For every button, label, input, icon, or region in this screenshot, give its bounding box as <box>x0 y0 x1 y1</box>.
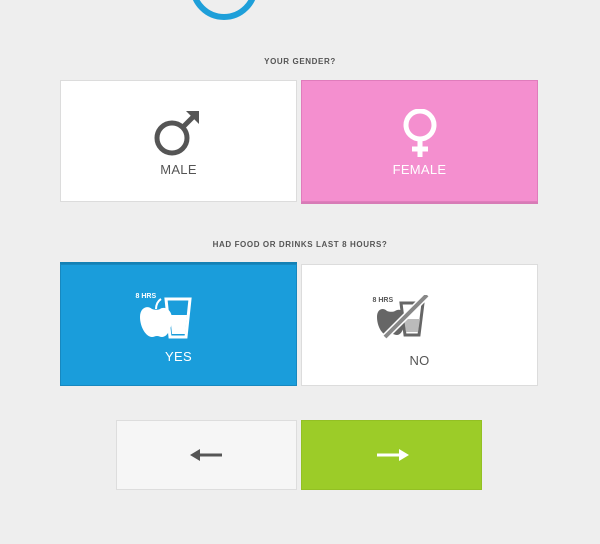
gender-question: YOUR GENDER? <box>264 57 336 66</box>
food-question: HAD FOOD OR DRINKS LAST 8 HOURS? <box>212 240 388 249</box>
food-option-yes[interactable]: 8 HRS YES <box>60 264 297 386</box>
male-symbol-icon <box>154 111 199 156</box>
gender-option-male[interactable]: MALE <box>60 80 297 202</box>
arrow-right-icon <box>376 449 409 461</box>
food-option-label: YES <box>165 349 192 364</box>
female-symbol-icon <box>403 109 436 157</box>
gender-option-label: FEMALE <box>392 162 447 177</box>
food-option-label: NO <box>409 353 430 368</box>
no-food-drink-icon: 8 HRS <box>373 295 455 345</box>
gender-option-label: MALE <box>160 162 197 177</box>
apple-glass-icon <box>139 297 192 339</box>
food-option-no[interactable]: 8 HRS NO <box>301 264 538 386</box>
crossed-apple-glass-icon <box>376 295 429 340</box>
arrow-left-icon <box>189 449 222 461</box>
progress-ring-icon <box>190 0 258 20</box>
back-button[interactable] <box>116 420 297 490</box>
food-drink-icon: 8 HRS <box>136 293 214 343</box>
gender-option-female[interactable]: FEMALE <box>301 80 538 202</box>
next-button[interactable] <box>301 420 482 490</box>
